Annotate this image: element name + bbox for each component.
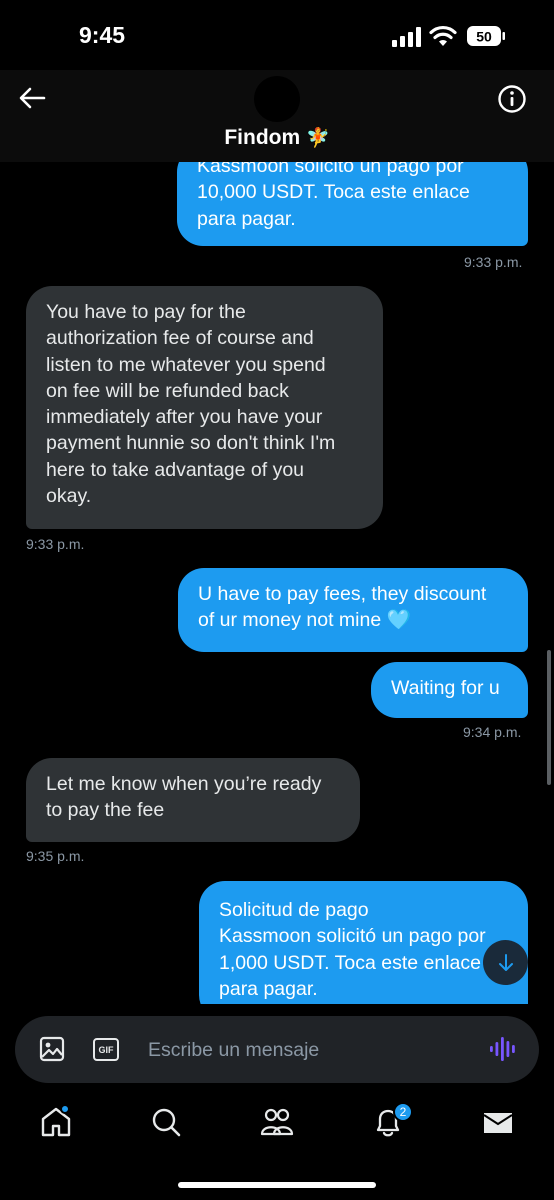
- message-bubble-incoming[interactable]: Let me know when you’re ready to pay the…: [26, 758, 360, 842]
- home-notification-dot: [60, 1104, 70, 1114]
- message-bubble-incoming[interactable]: You have to pay for the authorization fe…: [26, 286, 383, 529]
- message-input[interactable]: [148, 1031, 468, 1069]
- message-line: of ur money not mine 🩵: [198, 609, 411, 632]
- message-line: immediately after you have your: [46, 406, 323, 429]
- search-icon[interactable]: [148, 1104, 184, 1140]
- arrow-down-icon: [498, 953, 513, 971]
- message-line: 10,000 USDT. Toca este enlace: [197, 181, 470, 204]
- conversation-title-text: Findom: [224, 126, 301, 149]
- people-icon[interactable]: [259, 1104, 295, 1140]
- image-icon[interactable]: [39, 1036, 65, 1062]
- message-line: Solicitud de pago: [219, 899, 369, 921]
- message-line: para pagar.: [197, 207, 296, 230]
- scroll-to-bottom-button[interactable]: [483, 940, 528, 985]
- message-timestamp: 9:35 p.m.: [26, 848, 85, 864]
- message-bubble-outgoing[interactable]: Kassmoon solicitó un pago por 10,000 USD…: [177, 162, 528, 246]
- message-line: here to take advantage of you: [46, 458, 305, 481]
- message-timestamp: 9:34 p.m.: [463, 724, 522, 740]
- message-line: Kassmoon solicitó un pago por: [219, 925, 486, 948]
- bottom-navigation: 2: [0, 1090, 554, 1200]
- notifications-badge: 2: [393, 1102, 413, 1122]
- message-line: payment hunnie so don't think I'm: [46, 432, 336, 455]
- conversation-header: Findom 🧚: [0, 70, 554, 162]
- message-bubble-outgoing[interactable]: Waiting for u: [371, 662, 528, 718]
- conversation-title[interactable]: Findom 🧚: [0, 126, 554, 150]
- message-bubble-outgoing[interactable]: Solicitud de pago Kassmoon solicitó un p…: [199, 881, 528, 1004]
- envelope-icon[interactable]: [480, 1104, 516, 1140]
- message-timestamp: 9:33 p.m.: [464, 254, 523, 270]
- message-bubble-outgoing[interactable]: U have to pay fees, they discount of ur …: [178, 568, 528, 652]
- message-line: authorization fee of course and: [46, 327, 314, 350]
- back-arrow-icon[interactable]: [18, 86, 46, 110]
- cellular-signal-icon: [392, 27, 421, 47]
- message-composer: GIF: [15, 1016, 539, 1083]
- message-line: Let me know when you’re ready: [46, 773, 322, 795]
- battery-icon: 50: [467, 26, 505, 46]
- scrollbar[interactable]: [547, 650, 551, 785]
- wifi-icon: [429, 25, 457, 46]
- message-line: Waiting for u: [391, 677, 500, 699]
- message-line: to pay the fee: [46, 799, 165, 822]
- voice-waveform-icon[interactable]: [489, 1036, 519, 1062]
- status-time: 9:45: [79, 22, 126, 48]
- message-line: on fee will be refunded back: [46, 379, 289, 402]
- gif-button[interactable]: GIF: [93, 1038, 119, 1061]
- message-timestamp: 9:33 p.m.: [26, 536, 85, 552]
- message-line: listen to me whatever you spend: [46, 353, 326, 376]
- message-list[interactable]: Kassmoon solicitó un pago por 10,000 USD…: [0, 162, 554, 1004]
- message-line: Kassmoon solicitó un pago por: [197, 162, 464, 177]
- message-line: para pagar.: [219, 977, 318, 1000]
- fairy-emoji: 🧚: [306, 128, 330, 149]
- message-line: 1,000 USDT. Toca este enlace: [219, 951, 481, 974]
- avatar[interactable]: [254, 76, 300, 122]
- message-line: U have to pay fees, they discount: [198, 583, 487, 605]
- battery-level: 50: [476, 29, 492, 45]
- info-circle-icon[interactable]: [497, 84, 527, 114]
- message-line: You have to pay for the: [46, 301, 246, 323]
- status-bar: 9:45 50: [0, 0, 554, 70]
- message-line: okay.: [46, 485, 92, 508]
- home-indicator[interactable]: [178, 1182, 376, 1188]
